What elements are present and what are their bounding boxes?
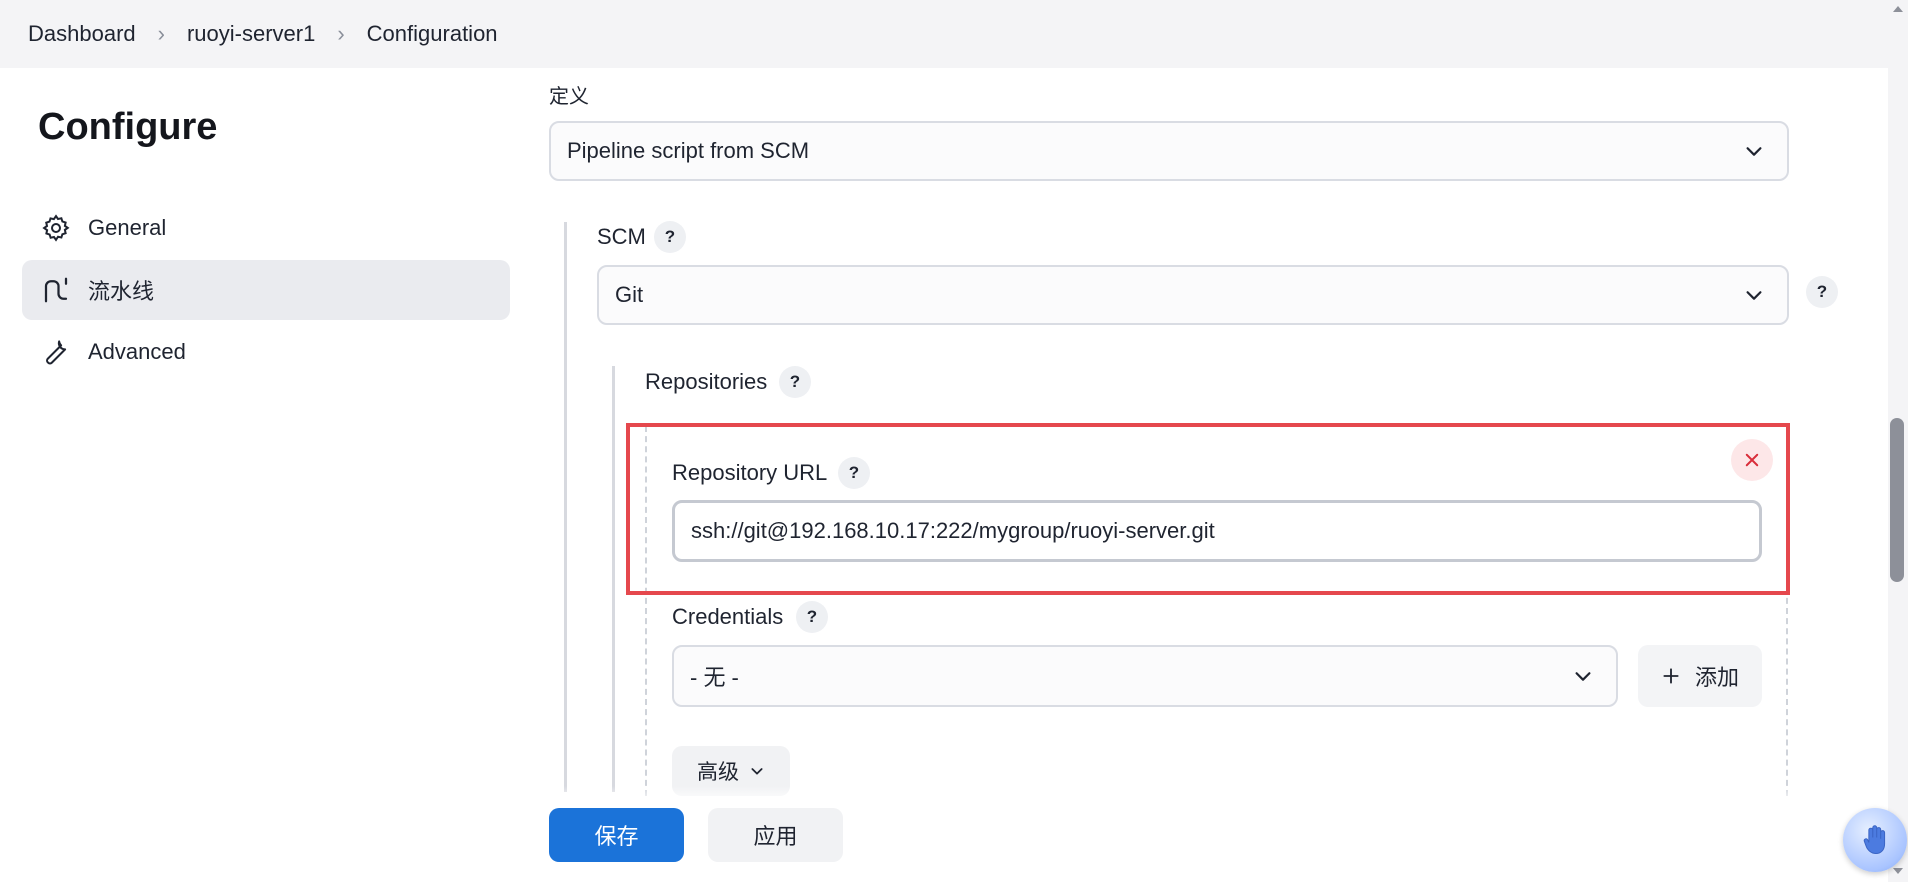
- scm-value: Git: [615, 282, 644, 307]
- sidebar-item-label: Advanced: [88, 339, 186, 364]
- gear-icon: [40, 212, 72, 244]
- repository-url-help-button[interactable]: ?: [838, 457, 870, 489]
- sidebar-item-advanced[interactable]: Advanced: [22, 322, 510, 382]
- scroll-down-arrow-icon[interactable]: [1893, 868, 1903, 874]
- wrench-icon: [40, 336, 72, 368]
- chevron-down-icon: [1746, 147, 1762, 156]
- add-credentials-button[interactable]: 添加: [1638, 645, 1762, 707]
- breadcrumb-configuration[interactable]: Configuration: [367, 21, 498, 47]
- scm-git-help-button[interactable]: ?: [1806, 276, 1838, 308]
- credentials-label: Credentials: [672, 604, 784, 629]
- chevron-down-icon: [1746, 291, 1762, 300]
- section-divider: [564, 222, 567, 792]
- bottom-action-bar: [0, 786, 1888, 882]
- credentials-help-button[interactable]: ?: [796, 601, 828, 633]
- repository-url-input[interactable]: [672, 500, 1762, 562]
- repositories-label: Repositories: [645, 369, 768, 394]
- plus-icon: [1663, 668, 1679, 684]
- pipeline-icon: [40, 274, 72, 306]
- hand-icon: [1863, 825, 1886, 855]
- sidebar-item-pipeline[interactable]: 流水线: [22, 260, 510, 320]
- chevron-down-icon: [1575, 672, 1591, 681]
- section-divider: [612, 366, 615, 792]
- scrollbar-thumb[interactable]: [1890, 418, 1904, 582]
- repository-url-label: Repository URL: [672, 460, 828, 485]
- scm-select[interactable]: Git: [597, 265, 1789, 325]
- credentials-value: - 无 -: [690, 665, 739, 690]
- scroll-up-arrow-icon[interactable]: [1893, 6, 1903, 12]
- close-icon: [1745, 453, 1759, 467]
- breadcrumb-dashboard[interactable]: Dashboard: [28, 21, 136, 47]
- chevron-right-icon: ›: [337, 21, 345, 46]
- definition-label: 定义: [549, 86, 589, 108]
- repositories-help-button[interactable]: ?: [779, 366, 811, 398]
- apply-button[interactable]: 应用: [708, 808, 843, 862]
- definition-value: Pipeline script from SCM: [567, 138, 810, 163]
- chevron-down-icon: [751, 768, 763, 775]
- sidebar-item-label: General: [88, 215, 167, 240]
- scm-label: SCM: [597, 224, 646, 249]
- save-button[interactable]: 保存: [549, 808, 684, 862]
- page-title: Configure: [38, 106, 218, 148]
- floating-assistant-button[interactable]: [1843, 808, 1907, 872]
- breadcrumb: Dashboard › ruoyi-server1 › Configuratio…: [0, 0, 1888, 68]
- sidebar-item-label: 流水线: [88, 279, 155, 304]
- sidebar-item-general[interactable]: General: [22, 198, 510, 258]
- breadcrumb-job[interactable]: ruoyi-server1: [187, 21, 315, 47]
- scm-help-button[interactable]: ?: [654, 221, 686, 253]
- remove-repository-button[interactable]: [1731, 439, 1773, 481]
- definition-select[interactable]: Pipeline script from SCM: [549, 121, 1789, 181]
- credentials-select[interactable]: - 无 -: [672, 645, 1618, 707]
- chevron-right-icon: ›: [157, 21, 165, 46]
